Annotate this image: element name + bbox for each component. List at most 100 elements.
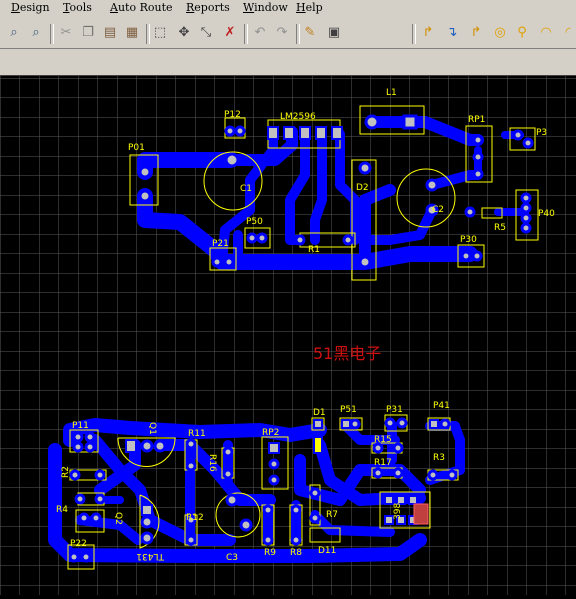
label-c1: C1 [240,184,252,194]
pad [384,515,394,525]
arc-edge-icon[interactable]: ◜ [560,25,576,41]
pad [262,504,274,516]
undo-icon[interactable]: ↶ [252,25,268,41]
pad [90,512,102,524]
pad [78,512,90,524]
pad [222,468,234,480]
pad [472,168,484,180]
pad [341,419,351,429]
select-icon[interactable]: ⬚ [152,25,168,41]
label-p11: P11 [72,421,89,431]
via-icon[interactable]: ↱ [468,25,484,41]
toolbar-separator [146,24,150,44]
pad [429,419,439,429]
pad [349,418,361,430]
pad [268,458,280,470]
pad [185,460,197,472]
menu-window[interactable]: Window [243,1,288,14]
label-r9: R9 [264,548,276,558]
toolbar-separator [412,24,416,44]
copy-icon[interactable]: ❐ [80,25,96,41]
panel-strip [0,49,576,76]
label-r12: R12 [186,513,204,523]
pad [392,442,404,454]
route-icon[interactable]: ↴ [444,25,460,41]
pad [522,137,534,149]
pad [313,419,323,429]
pad [140,439,154,453]
label-d11: D11 [318,546,336,556]
label-p40: P40 [538,209,555,219]
label-lm2596: LM2596 [280,112,316,122]
pad [358,255,372,269]
watermark: 51黑电子 [313,344,381,363]
arc-center-icon[interactable]: ◠ [538,25,554,41]
label-rp1: RP1 [468,115,485,125]
label-p3: P3 [536,128,547,138]
pad [138,165,152,179]
paste-special-icon[interactable]: ▦ [124,25,140,41]
pad [315,126,327,140]
highlight-icon[interactable]: ✎ [302,25,318,41]
label-r16: R16 [207,454,217,472]
paste-icon[interactable]: ▤ [102,25,118,41]
pad [140,531,154,545]
pad [309,487,321,499]
label-q1: Q1 [147,422,157,435]
menu-reports[interactable]: Reports [186,1,230,14]
menu-tools[interactable]: Tools [63,1,92,14]
label-r17: R17 [374,458,392,468]
pad [309,512,321,524]
pad [439,418,451,430]
redo-icon[interactable]: ↷ [274,25,290,41]
menu-design[interactable]: Design [11,1,50,14]
zoom-area-icon[interactable]: ⌕ [28,25,44,41]
pad [520,192,532,204]
cut-icon[interactable]: ✂ [58,25,74,41]
zoom-fit-icon[interactable]: ⌕ [6,25,22,41]
pad [396,495,406,505]
pad [224,152,240,168]
label-q2: Q2 [113,512,123,525]
pad [299,126,311,140]
label-d2: D2 [356,183,369,193]
label-p21: P21 [212,239,229,249]
pad [472,151,484,163]
pcb-board[interactable]: P12 LM2596 L1 RP1 P3 P01 C1 D2 C2 P50 R1… [0,76,576,595]
menu-help[interactable]: Help [296,1,323,14]
deselect-icon[interactable]: ⤡ [198,25,214,41]
pad [290,534,302,546]
arc-icon[interactable]: ⚲ [514,25,530,41]
pad [262,534,274,546]
label-r2: R2 [61,466,71,478]
cancel-icon[interactable]: ✗ [222,25,238,41]
track-icon[interactable]: ↱ [420,25,436,41]
pad [372,467,384,479]
pad [223,256,235,268]
pad [72,441,84,453]
pad [74,493,86,505]
label-r15: R15 [374,435,392,445]
pad [294,234,306,246]
inspect-icon[interactable]: ▣ [326,25,342,41]
pad [84,441,96,453]
label-l1: L1 [386,88,397,98]
pad [94,469,106,481]
label-398: 398 [393,503,403,520]
pad [211,256,223,268]
label-p51: P51 [340,405,357,415]
pad [185,438,197,450]
pad [290,504,302,516]
pad [520,212,532,224]
pad [464,206,476,218]
pad [446,469,458,481]
menu-auto-route[interactable]: Auto Route [110,1,173,14]
pad [141,504,153,516]
toolbar-separator [244,24,248,44]
pad [471,250,483,262]
pad-icon[interactable]: ◎ [492,25,508,41]
pad [384,417,396,429]
label-c2: C2 [432,205,444,215]
pad [413,503,429,525]
move-icon[interactable]: ✥ [176,25,192,41]
